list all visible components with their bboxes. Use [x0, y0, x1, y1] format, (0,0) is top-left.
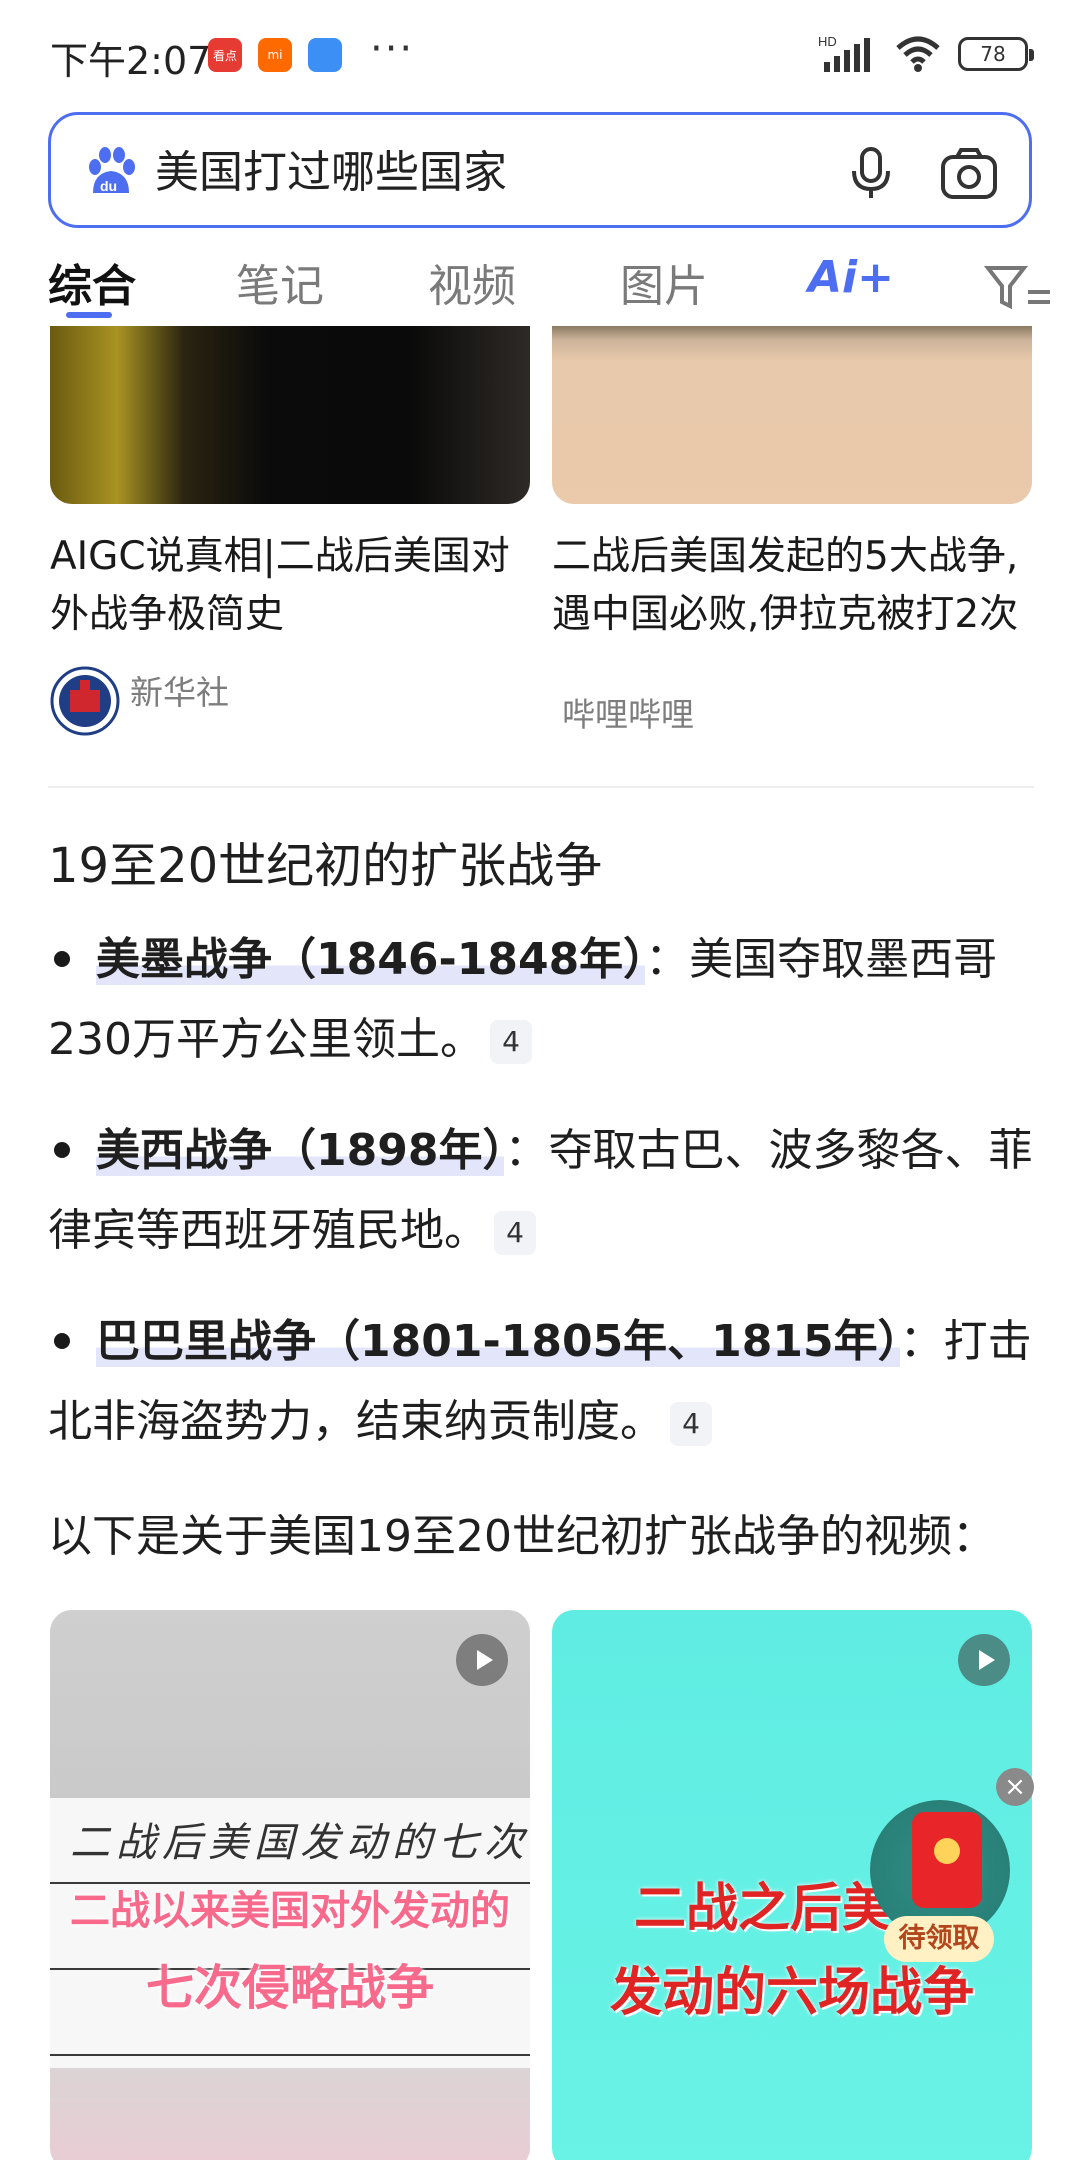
wifi-icon [896, 36, 940, 72]
baidu-paw-icon: du [89, 147, 135, 194]
svg-text:HD: HD [818, 34, 837, 49]
card-app-icon [308, 38, 342, 72]
battery-indicator: 78 [958, 37, 1034, 71]
signal-icon: HD [818, 34, 870, 72]
more-notifications-icon: ··· [370, 26, 415, 72]
search-box[interactable]: du 美国打过哪些国家 [48, 112, 1032, 228]
list-item: 美西战争（1898年）：夺取古巴、波多黎各、菲律宾等西班牙殖民地。 4 [48, 1111, 1038, 1271]
filter-icon[interactable] [984, 262, 1054, 312]
list-item: 巴巴里战争（1801-1805年、1815年）：打击北非海盗势力，结束纳贡制度。… [48, 1302, 1038, 1462]
tab-all[interactable]: 综合 [48, 250, 136, 314]
source-bilibili[interactable]: 哔哩哔哩 [562, 688, 694, 736]
war-name[interactable]: 巴巴里战争（1801-1805年、1815年） [96, 1316, 900, 1367]
tab-notes[interactable]: 笔记 [236, 250, 324, 314]
divider [48, 786, 1034, 788]
xinhua-logo-icon [50, 666, 120, 736]
video-title-bilibili[interactable]: 二战后美国发起的5大战争,遇中国必败,伊拉克被打2次 [552, 528, 1042, 644]
war-name[interactable]: 美西战争（1898年） [96, 1125, 505, 1176]
video-card-seven-wars[interactable]: 二战后美国发动的七次 二战以来美国对外发动的 七次侵略战争 [50, 1610, 530, 2160]
tab-video[interactable]: 视频 [428, 250, 516, 314]
tab-images[interactable]: 图片 [620, 250, 708, 314]
camera-icon[interactable] [939, 145, 999, 201]
video-title-xinhua[interactable]: AIGC说真相|二战后美国对外战争极简史 [50, 528, 540, 644]
bullet-icon [54, 1142, 70, 1158]
red-packet-seal-icon [934, 1838, 960, 1864]
play-icon [958, 1634, 1010, 1686]
video-thumbnail-xinhua[interactable] [50, 326, 530, 504]
tab-ai[interactable]: Ai+ [808, 252, 894, 303]
microphone-icon[interactable] [843, 145, 899, 201]
status-time: 下午2:07 [50, 39, 212, 83]
handwriting-text: 二战后美国发动的七次 [70, 1820, 530, 1866]
search-input[interactable]: 美国打过哪些国家 [155, 145, 507, 201]
citation-badge[interactable]: 4 [670, 1402, 712, 1446]
video-intro-text: 以下是关于美国19至20世纪初扩张战争的视频： [48, 1511, 996, 1562]
video-overlay-subtitle: 七次侵略战争 [145, 1960, 434, 2016]
citation-badge[interactable]: 4 [494, 1211, 536, 1255]
source-xinhua[interactable]: 新华社 [130, 666, 229, 714]
list-item: 美墨战争（1846-1848年）：美国夺取墨西哥230万平方公里领土。 4 [48, 920, 1038, 1080]
svg-text:du: du [100, 178, 117, 194]
mi-app-icon: mi [258, 38, 292, 72]
status-indicators: HD 78 [818, 34, 1034, 74]
status-bar: 下午2:07 看点 mi ··· HD 78 [0, 0, 1080, 108]
close-icon[interactable]: × [996, 1768, 1034, 1806]
citation-badge[interactable]: 4 [489, 1020, 532, 1064]
section-title: 19至20世纪初的扩张战争 [48, 838, 603, 894]
red-packet-label[interactable]: 待领取 [884, 1916, 994, 1962]
search-tabs: 综合 笔记 视频 图片 Ai+ [0, 240, 1080, 330]
bullet-icon [54, 951, 70, 967]
video-overlay-title: 二战以来美国对外发动的 [70, 1888, 510, 1934]
news-app-icon: 看点 [208, 38, 242, 72]
active-tab-indicator [66, 312, 112, 318]
play-icon [456, 1634, 508, 1686]
bullet-icon [54, 1333, 70, 1349]
video-thumbnail-bilibili[interactable] [552, 326, 1032, 504]
war-name[interactable]: 美墨战争（1846-1848年） [96, 934, 646, 985]
